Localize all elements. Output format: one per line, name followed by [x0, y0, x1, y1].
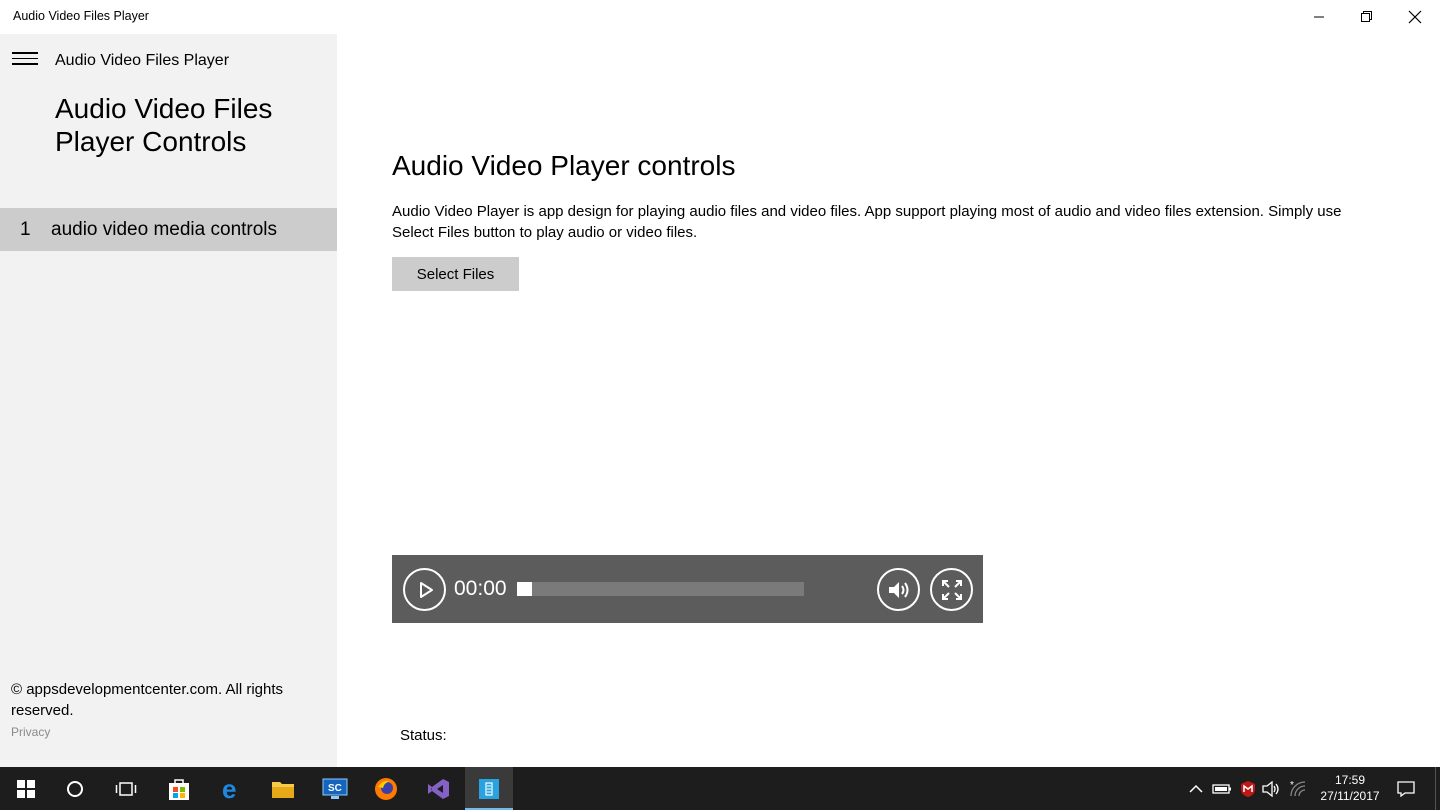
privacy-link[interactable]: Privacy — [11, 725, 50, 739]
status-label: Status: — [400, 727, 447, 744]
task-view-icon — [115, 781, 137, 796]
action-center-button[interactable] — [1394, 767, 1418, 810]
show-desktop-button[interactable] — [1435, 767, 1440, 810]
visual-studio-button[interactable] — [414, 767, 462, 810]
mcafee-shield-icon — [1241, 780, 1255, 797]
restore-icon — [1361, 11, 1372, 22]
speaker-icon — [1262, 780, 1279, 797]
page-title: Audio Video Player controls — [392, 150, 736, 181]
network-tray-button[interactable]: * — [1286, 767, 1310, 810]
fullscreen-icon — [941, 579, 962, 600]
nav-item-label: audio video media controls — [51, 219, 278, 240]
clock-time: 17:59 — [1334, 773, 1366, 787]
wifi-icon: * — [1290, 780, 1306, 796]
navigation-pane: Audio Video Files Player Audio Video Fil… — [0, 34, 337, 767]
firefox-icon — [375, 777, 397, 800]
file-explorer-button[interactable] — [259, 767, 307, 810]
nav-item-number: 1 — [20, 219, 31, 240]
audio-video-player-app-icon — [479, 778, 499, 799]
media-transport-controls: 00:00 — [392, 555, 983, 623]
visual-studio-icon — [428, 778, 449, 799]
minimize-button[interactable] — [1296, 0, 1342, 34]
svg-text:*: * — [1290, 780, 1294, 791]
volume-icon — [888, 581, 908, 598]
file-explorer-icon — [272, 781, 294, 798]
task-view-button[interactable] — [102, 767, 150, 810]
progress-slider[interactable] — [517, 582, 804, 596]
copyright-text: © appsdevelopmentcenter.com. All rights … — [11, 681, 284, 719]
svg-text:SC: SC — [328, 783, 342, 794]
mcafee-tray-button[interactable] — [1236, 767, 1260, 810]
battery-icon — [1212, 783, 1231, 794]
taskbar: e SC * 17:59 27/11/2017 — [0, 767, 1440, 810]
hamburger-menu-button[interactable] — [12, 52, 39, 68]
select-files-button[interactable]: Select Files — [392, 257, 519, 291]
cortana-icon — [67, 780, 83, 797]
restore-button[interactable] — [1344, 0, 1390, 34]
edge-button[interactable]: e — [208, 767, 256, 810]
elapsed-time: 00:00 — [454, 577, 507, 600]
pane-app-name: Audio Video Files Player — [55, 52, 230, 69]
battery-button[interactable] — [1210, 767, 1234, 810]
play-icon — [419, 581, 433, 598]
store-button[interactable] — [155, 767, 203, 810]
clock-date: 27/11/2017 — [1320, 789, 1380, 803]
page-description: Audio Video Player is app design for pla… — [392, 203, 1342, 241]
start-icon — [17, 779, 35, 798]
cortana-button[interactable] — [51, 767, 99, 810]
show-hidden-icons-button[interactable] — [1184, 767, 1208, 810]
start-button[interactable] — [2, 767, 50, 810]
audio-video-player-taskbar-button[interactable] — [465, 767, 513, 810]
sc-app-button[interactable]: SC — [311, 767, 359, 810]
pane-heading: Audio Video Files Player Controls — [55, 93, 273, 157]
close-icon — [1408, 10, 1422, 24]
firefox-button[interactable] — [362, 767, 410, 810]
fullscreen-button[interactable] — [930, 568, 973, 611]
title-bar: Audio Video Files Player — [0, 0, 1440, 34]
close-button[interactable] — [1392, 0, 1438, 34]
edge-icon: e — [222, 777, 236, 801]
taskbar-clock[interactable]: 17:59 27/11/2017 — [1310, 772, 1390, 804]
notification-icon — [1397, 780, 1415, 797]
sc-app-icon: SC — [322, 778, 348, 799]
volume-button[interactable] — [877, 568, 920, 611]
nav-item-media-controls[interactable]: 1 audio video media controls — [0, 208, 337, 251]
minimize-icon — [1314, 16, 1324, 18]
chevron-up-icon — [1189, 784, 1203, 793]
play-button[interactable] — [403, 568, 446, 611]
volume-tray-button[interactable] — [1260, 767, 1284, 810]
progress-thumb[interactable] — [517, 582, 532, 596]
store-icon — [169, 778, 189, 800]
svg-text:e: e — [222, 777, 236, 801]
window-title: Audio Video Files Player — [13, 9, 149, 23]
